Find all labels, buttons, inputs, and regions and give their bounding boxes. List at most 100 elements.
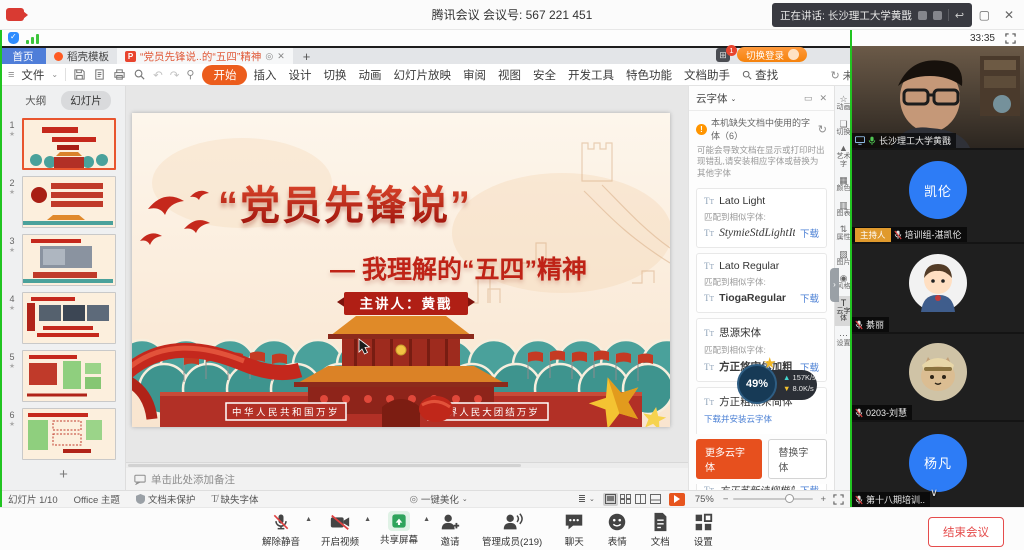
new-tab-button[interactable]: +: [293, 48, 321, 64]
beautify-button[interactable]: ◎ 一键美化 ⌄: [402, 492, 476, 506]
end-meeting-button[interactable]: 结束会议: [928, 517, 1004, 547]
format-painter-icon[interactable]: ⚲: [186, 68, 194, 81]
login-switch-button[interactable]: 切换登录: [737, 47, 807, 62]
menu-slideshow[interactable]: 幻灯片放映: [387, 67, 457, 83]
normal-view-button[interactable]: [603, 493, 618, 506]
replace-font-button[interactable]: 替换字体: [768, 439, 827, 479]
unmute-button[interactable]: 解除静音 ▲: [262, 511, 300, 548]
notes-view-button[interactable]: [648, 493, 663, 506]
reading-view-button[interactable]: [633, 493, 648, 506]
menu-find[interactable]: 查找: [736, 67, 784, 83]
tab-home[interactable]: 首页: [0, 48, 46, 64]
mic-options-caret[interactable]: ▲: [305, 516, 312, 523]
more-cloud-fonts-button[interactable]: 更多云字体: [696, 439, 762, 479]
participant-tile[interactable]: 0203-刘慧: [852, 334, 1024, 420]
horizontal-scrollbar[interactable]: [126, 463, 688, 468]
tab-close-icon[interactable]: ✕: [277, 51, 285, 62]
menu-assistant[interactable]: 文档助手: [678, 67, 736, 83]
menu-review[interactable]: 审阅: [457, 67, 492, 83]
invite-button[interactable]: 邀请: [439, 511, 461, 548]
theme-indicator[interactable]: Office 主题: [66, 492, 128, 506]
manage-members-button[interactable]: 管理成员(219): [482, 511, 542, 548]
slide-thumbnail-2[interactable]: [22, 176, 116, 228]
start-video-button[interactable]: 开启视频 ▲: [321, 511, 359, 548]
documents-button[interactable]: 文档: [649, 511, 671, 548]
share-options-caret[interactable]: ▲: [423, 516, 430, 523]
redo-icon[interactable]: ↷: [170, 68, 180, 82]
export-icon[interactable]: [93, 68, 106, 81]
slide-thumbnail-3[interactable]: [22, 234, 116, 286]
zoom-in-button[interactable]: +: [820, 494, 826, 505]
slide-thumbnail-6[interactable]: [22, 408, 116, 460]
slide[interactable]: “党员先锋说” — 我理解的“五四”精神 主讲人：黄戬: [132, 113, 670, 427]
menu-devtools[interactable]: 开发工具: [562, 67, 620, 83]
panel-comment-icon[interactable]: ▭: [804, 93, 813, 104]
preview-icon[interactable]: [133, 68, 146, 81]
save-icon[interactable]: [73, 68, 86, 81]
notes-area[interactable]: 单击此处添加备注: [126, 462, 688, 490]
menu-insert[interactable]: 插入: [247, 67, 282, 83]
settings-button[interactable]: 设置: [692, 511, 714, 548]
menu-features[interactable]: 特色功能: [620, 67, 678, 83]
video-device-icon[interactable]: [933, 11, 942, 20]
network-speed-overlay[interactable]: ▲ 157K/s ▼ 8.0K/s 49% ★: [737, 358, 827, 408]
file-caret-icon[interactable]: ⌄: [51, 70, 58, 79]
chat-button[interactable]: 聊天: [563, 511, 585, 548]
slide-canvas[interactable]: “党员先锋说” — 我理解的“五四”精神 主讲人：黄戬: [126, 86, 688, 462]
tab-outline[interactable]: 大纲: [16, 91, 55, 110]
participant-video-tile[interactable]: 长沙理工大学黄戬: [852, 46, 1024, 148]
panel-close-icon[interactable]: ✕: [819, 93, 827, 104]
emoji-button[interactable]: 表情: [606, 511, 628, 548]
tab-slides[interactable]: 幻灯片: [61, 91, 111, 110]
download-link[interactable]: 下载: [800, 226, 819, 240]
tab-docer[interactable]: 稻壳模板: [46, 48, 117, 64]
menu-security[interactable]: 安全: [527, 67, 562, 83]
slide-thumbnail-1[interactable]: [22, 118, 116, 170]
expand-icon[interactable]: [1005, 33, 1016, 44]
thumbnail-row: 6★: [4, 408, 121, 460]
menu-file[interactable]: 文件: [21, 67, 44, 83]
menu-animation[interactable]: 动画: [352, 67, 387, 83]
refresh-icon[interactable]: ↻: [818, 123, 827, 136]
audio-device-icon[interactable]: [918, 11, 927, 20]
fullscreen-icon[interactable]: [833, 494, 844, 505]
video-options-caret[interactable]: ▲: [364, 516, 371, 523]
menu-start[interactable]: 开始: [202, 65, 247, 85]
mic-muted-icon: [855, 408, 863, 418]
zoom-out-button[interactable]: −: [723, 494, 729, 505]
download-speed: 8.0K/s: [793, 384, 814, 393]
tab-pin-icon[interactable]: ◎: [265, 51, 273, 62]
panel-caret-icon[interactable]: ⌄: [731, 95, 737, 103]
slide-thumbnail-4[interactable]: [22, 292, 116, 344]
menu-design[interactable]: 设计: [282, 67, 317, 83]
add-slide-button[interactable]: +: [2, 466, 125, 483]
participant-tile[interactable]: 綦丽: [852, 244, 1024, 332]
zoom-slider[interactable]: [733, 498, 813, 500]
menu-view[interactable]: 视图: [492, 67, 527, 83]
missing-font-status[interactable]: T̸ 缺失字体: [203, 492, 266, 506]
close-window-icon[interactable]: ✕: [1004, 8, 1014, 22]
install-cloud-font-link[interactable]: 下载并安装云字体: [704, 413, 819, 425]
undo-icon[interactable]: ↶: [153, 68, 163, 82]
slide-thumbnail-5[interactable]: [22, 350, 116, 402]
restore-window-icon[interactable]: ▢: [979, 8, 990, 22]
notes-placeholder[interactable]: 单击此处添加备注: [151, 472, 235, 487]
slideshow-play-button[interactable]: [669, 493, 685, 506]
tab-document[interactable]: P “党员先锋说..的“五四”精神 ◎ ✕: [117, 48, 293, 64]
collapse-list-chevron[interactable]: ∨: [930, 486, 938, 499]
participant-tile[interactable]: 凯伦 主持人 培训组-湛凯伦: [852, 150, 1024, 242]
panel-expand-handle[interactable]: ›: [830, 268, 839, 302]
zoom-level[interactable]: 75%: [695, 494, 714, 505]
mic-on-icon: [868, 136, 876, 146]
print-icon[interactable]: [113, 68, 126, 81]
share-screen-button[interactable]: 共享屏幕 ▲: [380, 511, 418, 548]
hamburger-icon[interactable]: ≡: [8, 69, 14, 81]
download-link[interactable]: 下载: [800, 291, 819, 305]
protection-status[interactable]: 文档未保护: [128, 492, 204, 506]
sorter-view-button[interactable]: [618, 493, 633, 506]
notes-toggle[interactable]: ≣⌄: [570, 494, 603, 505]
zoom-slider-thumb[interactable]: [785, 494, 794, 503]
back-arrow-icon[interactable]: ↩: [955, 9, 964, 22]
menu-transition[interactable]: 切换: [317, 67, 352, 83]
meeting-shield-icon: [8, 32, 19, 44]
